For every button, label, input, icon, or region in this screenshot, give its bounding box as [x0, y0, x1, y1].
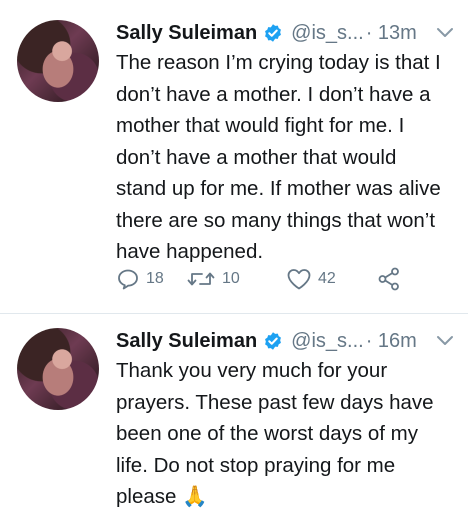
share-icon [378, 267, 399, 291]
tweet-header: Sally Suleiman @is_s... · 13m [116, 20, 456, 46]
avatar[interactable] [17, 328, 99, 410]
like-button[interactable]: 42 [286, 267, 376, 291]
share-button[interactable] [376, 266, 402, 292]
avatar[interactable] [17, 20, 99, 102]
retweet-icon [187, 272, 215, 286]
retweet-button[interactable]: 10 [186, 267, 286, 291]
timestamp[interactable]: · 13m [366, 22, 417, 45]
verified-badge-icon [265, 332, 282, 350]
reply-count: 18 [146, 270, 164, 287]
tweet[interactable]: Sally Suleiman @is_s... · 13m The reason… [0, 0, 468, 314]
chevron-down-icon[interactable] [436, 335, 454, 347]
display-name[interactable]: Sally Suleiman [116, 330, 257, 353]
like-icon [287, 269, 311, 290]
timestamp[interactable]: · 16m [366, 330, 417, 353]
display-name[interactable]: Sally Suleiman [116, 22, 257, 45]
tweet[interactable]: Sally Suleiman @is_s... · 16m Thank you … [0, 314, 468, 508]
handle[interactable]: @is_s... [291, 330, 364, 353]
tweet-text: The reason I’m crying today is that I do… [116, 51, 441, 263]
verified-badge-icon [265, 24, 282, 42]
tweet-header: Sally Suleiman @is_s... · 16m [116, 328, 456, 354]
chevron-down-icon[interactable] [436, 27, 454, 39]
reply-button[interactable]: 18 [116, 267, 186, 291]
retweet-count: 10 [222, 270, 240, 287]
like-count: 42 [318, 270, 336, 287]
reply-icon [118, 269, 138, 290]
tweet-actions: 18 10 42 [116, 266, 402, 292]
tweet-text: Thank you very much for your prayers. Th… [116, 359, 434, 508]
handle[interactable]: @is_s... [291, 22, 364, 45]
